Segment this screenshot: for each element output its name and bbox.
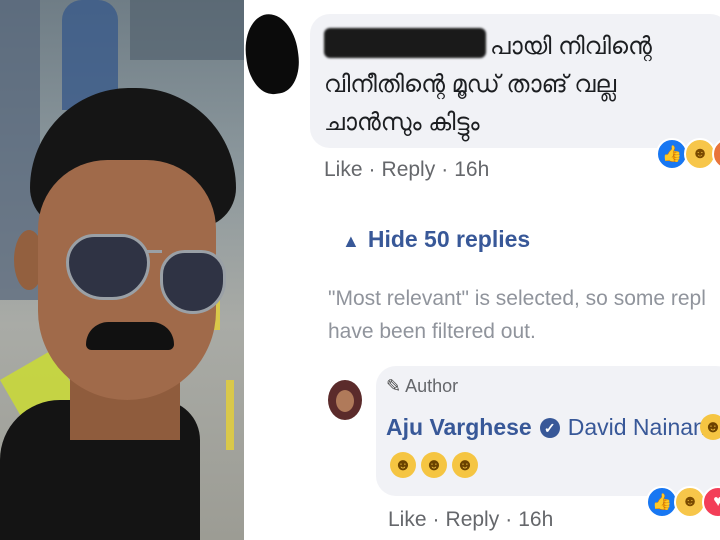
filter-notice: "Most relevant" is selected, so some rep… bbox=[328, 282, 720, 348]
chevron-up-icon: ▲ bbox=[342, 231, 360, 251]
sunglasses-bridge bbox=[146, 250, 162, 253]
facebook-comments-panel: പായി നിവിന്റെ വിനീതിന്റെ മൂഡ് താങ് വല്ല … bbox=[240, 0, 720, 540]
reply-emojis: ☻ ☻ ☻ bbox=[390, 452, 483, 478]
sunglasses-lens-left bbox=[66, 234, 150, 300]
comment-timestamp[interactable]: 16h bbox=[454, 158, 489, 181]
comment-line-3: ചാൻസും കിട്ടും bbox=[324, 109, 480, 136]
hide-replies-link[interactable]: ▲ Hide 50 replies bbox=[342, 226, 530, 253]
tagged-user[interactable]: David Nainan bbox=[568, 414, 706, 440]
floor-marking bbox=[226, 380, 234, 450]
redacted-name bbox=[324, 28, 486, 58]
hide-replies-label: Hide 50 replies bbox=[367, 226, 531, 252]
reply-reactions[interactable]: 👍 ☻ ♥ bbox=[646, 486, 720, 518]
reply-actions: Like · Reply · 16h bbox=[388, 508, 554, 531]
comment-line-1: പായി നിവിന്റെ bbox=[490, 33, 652, 60]
like-link[interactable]: Like bbox=[324, 158, 363, 181]
comment-actions: Like · Reply · 16h bbox=[324, 158, 490, 181]
angry-reaction-icon: ☹ bbox=[712, 138, 720, 170]
author-badge-label: Author bbox=[405, 376, 459, 396]
love-reaction-icon: ♥ bbox=[702, 486, 720, 518]
reply-timestamp[interactable]: 16h bbox=[518, 508, 553, 531]
author-badge: ✎ Author bbox=[386, 376, 458, 397]
comment-line-2: വിനീതിന്റെ മൂഡ് താങ് വല്ല bbox=[324, 71, 616, 98]
comment-reactions[interactable]: 👍 ☻ ☹ bbox=[656, 138, 720, 170]
laughing-emoji-icon: ☻ bbox=[390, 452, 416, 478]
filter-notice-line-1: "Most relevant" is selected, so some rep… bbox=[328, 287, 706, 310]
sunglasses-lens-right bbox=[160, 250, 226, 314]
pen-icon: ✎ bbox=[386, 376, 402, 396]
commenter-avatar[interactable] bbox=[240, 10, 304, 98]
laughing-emoji-icon: ☻ bbox=[421, 452, 447, 478]
like-link[interactable]: Like bbox=[388, 508, 427, 531]
laughing-emoji-icon: ☻ bbox=[452, 452, 478, 478]
mustache bbox=[86, 322, 174, 350]
reply-author-name[interactable]: Aju Varghese bbox=[386, 414, 532, 440]
profile-photo bbox=[0, 0, 244, 540]
reply-author-avatar[interactable] bbox=[328, 380, 362, 420]
filter-notice-line-2: have been filtered out. bbox=[328, 320, 536, 343]
reply-header: Aju Varghese ✓ David Nainan bbox=[386, 414, 706, 441]
laughing-emoji-icon: ☻ bbox=[700, 414, 720, 440]
verified-badge-icon: ✓ bbox=[539, 418, 560, 438]
background-shelf bbox=[130, 0, 244, 60]
reply-link[interactable]: Reply bbox=[446, 508, 500, 531]
reply-link[interactable]: Reply bbox=[382, 158, 436, 181]
